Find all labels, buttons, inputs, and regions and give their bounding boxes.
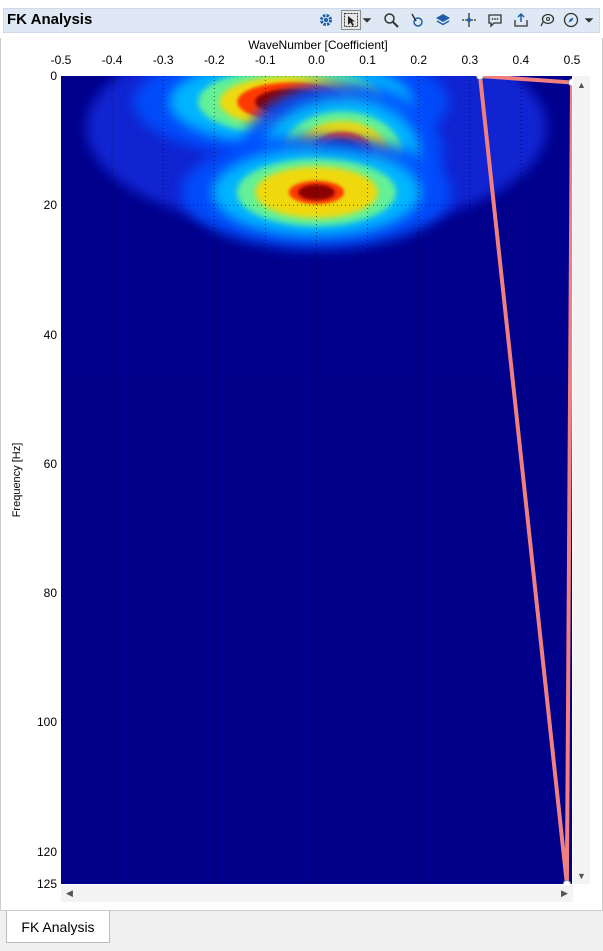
export-icon[interactable] — [511, 10, 531, 30]
layers-icon[interactable] — [433, 10, 453, 30]
y-tick-label: 20 — [43, 198, 57, 213]
x-tick-label: -0.2 — [203, 53, 225, 67]
settings-icon[interactable] — [316, 10, 336, 30]
x-tick-label: -0.4 — [101, 53, 123, 67]
x-tick-label: 0.5 — [563, 53, 581, 67]
filter-vertex-handle — [476, 76, 485, 80]
zoom-icon[interactable] — [381, 10, 401, 30]
x-tick-label: 0.2 — [410, 53, 428, 67]
comment-icon[interactable] — [485, 10, 505, 30]
filter-vertex-handle — [562, 880, 571, 884]
y-tick-label: 80 — [43, 586, 57, 601]
tab-fk-analysis[interactable]: FK Analysis — [6, 911, 110, 943]
dropdown-arrow-icon[interactable] — [582, 10, 596, 30]
x-tick-label: -0.3 — [152, 53, 174, 67]
scroll-up-icon[interactable]: ▲ — [573, 76, 590, 93]
y-tick-label: 120 — [36, 844, 57, 859]
crosshair-icon[interactable] — [459, 10, 479, 30]
vertical-scrollbar[interactable]: ▲ ▼ — [573, 76, 590, 884]
dropdown-arrow-icon[interactable] — [360, 10, 374, 30]
tab-bar: FK Analysis — [0, 910, 603, 951]
filter-vertex-handle — [568, 78, 572, 87]
x-tick-label: 0.0 — [308, 53, 325, 67]
scroll-down-icon[interactable]: ▼ — [573, 867, 590, 884]
fk-heatmap-plot[interactable] — [61, 76, 572, 884]
window-title: FK Analysis — [7, 11, 93, 28]
x-axis-title: WaveNumber [Coefficient] — [248, 38, 388, 52]
scroll-left-icon[interactable]: ◀ — [61, 885, 78, 902]
x-tick-label: 0.4 — [512, 53, 530, 67]
compass-icon[interactable] — [561, 10, 581, 30]
title-bar: FK Analysis — [0, 0, 603, 38]
y-tick-label: 100 — [36, 715, 57, 730]
x-tick-label: 0.3 — [461, 53, 479, 67]
x-tick-label: -0.5 — [50, 53, 72, 67]
y-tick-label: 0 — [50, 69, 57, 83]
heatmap-svg[interactable] — [61, 76, 572, 884]
lasso-icon[interactable] — [537, 10, 557, 30]
x-tick-label: -0.1 — [255, 53, 276, 67]
pick-icon[interactable] — [407, 10, 427, 30]
x-tick-label: 0.1 — [359, 53, 376, 67]
y-tick-label: 40 — [43, 327, 57, 342]
select-cursor-icon[interactable] — [341, 10, 361, 30]
y-tick-label: 60 — [43, 456, 57, 471]
y-tick-label: 125 — [36, 877, 57, 891]
scroll-right-icon[interactable]: ▶ — [556, 885, 573, 902]
horizontal-scrollbar[interactable]: ◀ ▶ — [61, 885, 573, 902]
y-axis-title: Frequency [Hz] — [11, 442, 23, 518]
